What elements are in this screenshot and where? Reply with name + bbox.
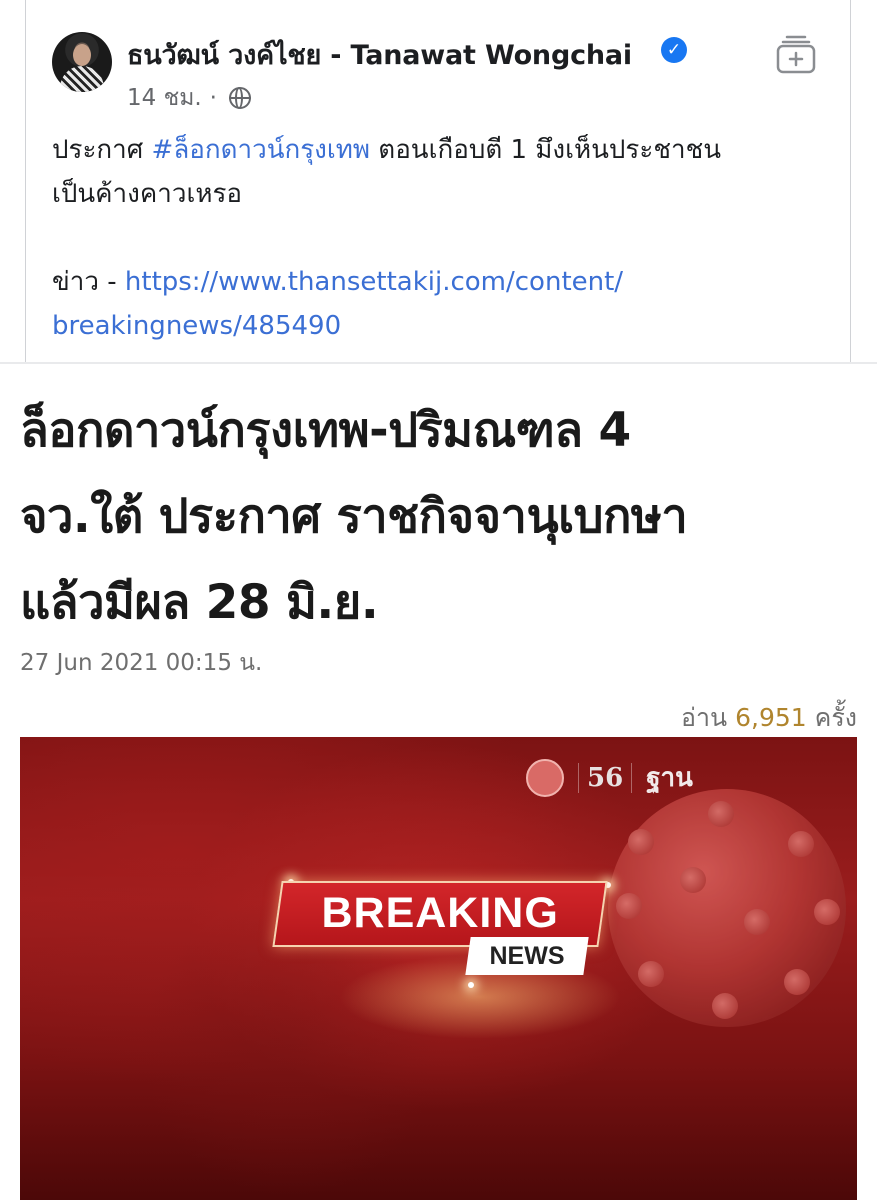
post-text-prefix: ประกาศ	[52, 135, 152, 165]
avatar-face	[73, 44, 91, 66]
post-body: ประกาศ #ล็อกดาวน์กรุงเทพ ตอนเกือบตี 1 มึ…	[52, 128, 832, 348]
post-text-suffix: ตอนเกือบตี 1 มึงเห็นประชาชน	[370, 135, 722, 165]
avatar-shirt	[60, 66, 104, 92]
breaking-text: BREAKING	[321, 889, 559, 937]
virus-spike	[814, 899, 840, 925]
avatar[interactable]	[52, 32, 112, 92]
virus-spike	[784, 969, 810, 995]
headline-line-2: จว.ใต้ ประกาศ ราชกิจจานุเบกษา	[20, 489, 688, 544]
view-counter: อ่าน 6,951 ครั้ง	[681, 698, 857, 738]
divider	[0, 362, 877, 364]
globe-icon[interactable]	[228, 87, 251, 109]
article-headline: ล็อกดาวน์กรุงเทพ-ปริมณฑล 4 จว.ใต้ ประกาศ…	[20, 388, 860, 646]
virus-spike	[744, 909, 770, 935]
post-time[interactable]: 14 ชม.	[127, 80, 202, 116]
save-to-collection-icon[interactable]	[774, 34, 818, 74]
hashtag-link[interactable]: #ล็อกดาวน์กรุงเทพ	[152, 135, 371, 165]
virus-spike	[708, 801, 734, 827]
logo-than: ฐาน	[646, 763, 693, 793]
article-url-part-1[interactable]: https://www.thansettakij.com/content/	[125, 267, 623, 297]
breaking-news-image[interactable]: 56 ฐาน BREAKING NEWS	[20, 737, 857, 1200]
virus-spike	[628, 829, 654, 855]
meta-separator: ·	[209, 85, 217, 111]
article-date: 27 Jun 2021 00:15 น.	[20, 650, 263, 676]
author-name[interactable]: ธนวัฒน์ วงค์ไชย - Tanawat Wongchai	[127, 33, 632, 76]
post-text-line-1: ประกาศ #ล็อกดาวน์กรุงเทพ ตอนเกือบตี 1 มึ…	[52, 128, 832, 172]
news-label: ข่าว -	[52, 267, 125, 297]
logo-56: 56	[578, 762, 633, 793]
verified-badge-icon: ✓	[661, 37, 687, 63]
network-logo-icon	[526, 758, 564, 797]
news-badge: NEWS	[465, 937, 589, 975]
sparkle	[468, 982, 474, 988]
broadcaster-logos: 56 ฐาน	[526, 757, 693, 798]
headline-line-3: แล้วมีผล 28 มิ.ย.	[20, 575, 379, 630]
post-card: ธนวัฒน์ วงค์ไชย - Tanawat Wongchai ✓ 14 …	[25, 0, 851, 362]
views-count: 6,951	[735, 703, 807, 732]
virus-spike	[712, 993, 738, 1019]
news-text: NEWS	[489, 942, 565, 970]
post-meta: 14 ชม. ·	[127, 80, 251, 116]
views-unit: ครั้ง	[814, 703, 857, 732]
views-label: อ่าน	[681, 703, 728, 732]
article-url-part-2[interactable]: breakingnews/485490	[52, 304, 832, 348]
virus-spike	[788, 831, 814, 857]
post-link-line-1: ข่าว - https://www.thansettakij.com/cont…	[52, 260, 832, 304]
headline-line-1: ล็อกดาวน์กรุงเทพ-ปริมณฑล 4	[20, 403, 631, 458]
post-text-line-2: เป็นค้างคาวเหรอ	[52, 179, 243, 209]
